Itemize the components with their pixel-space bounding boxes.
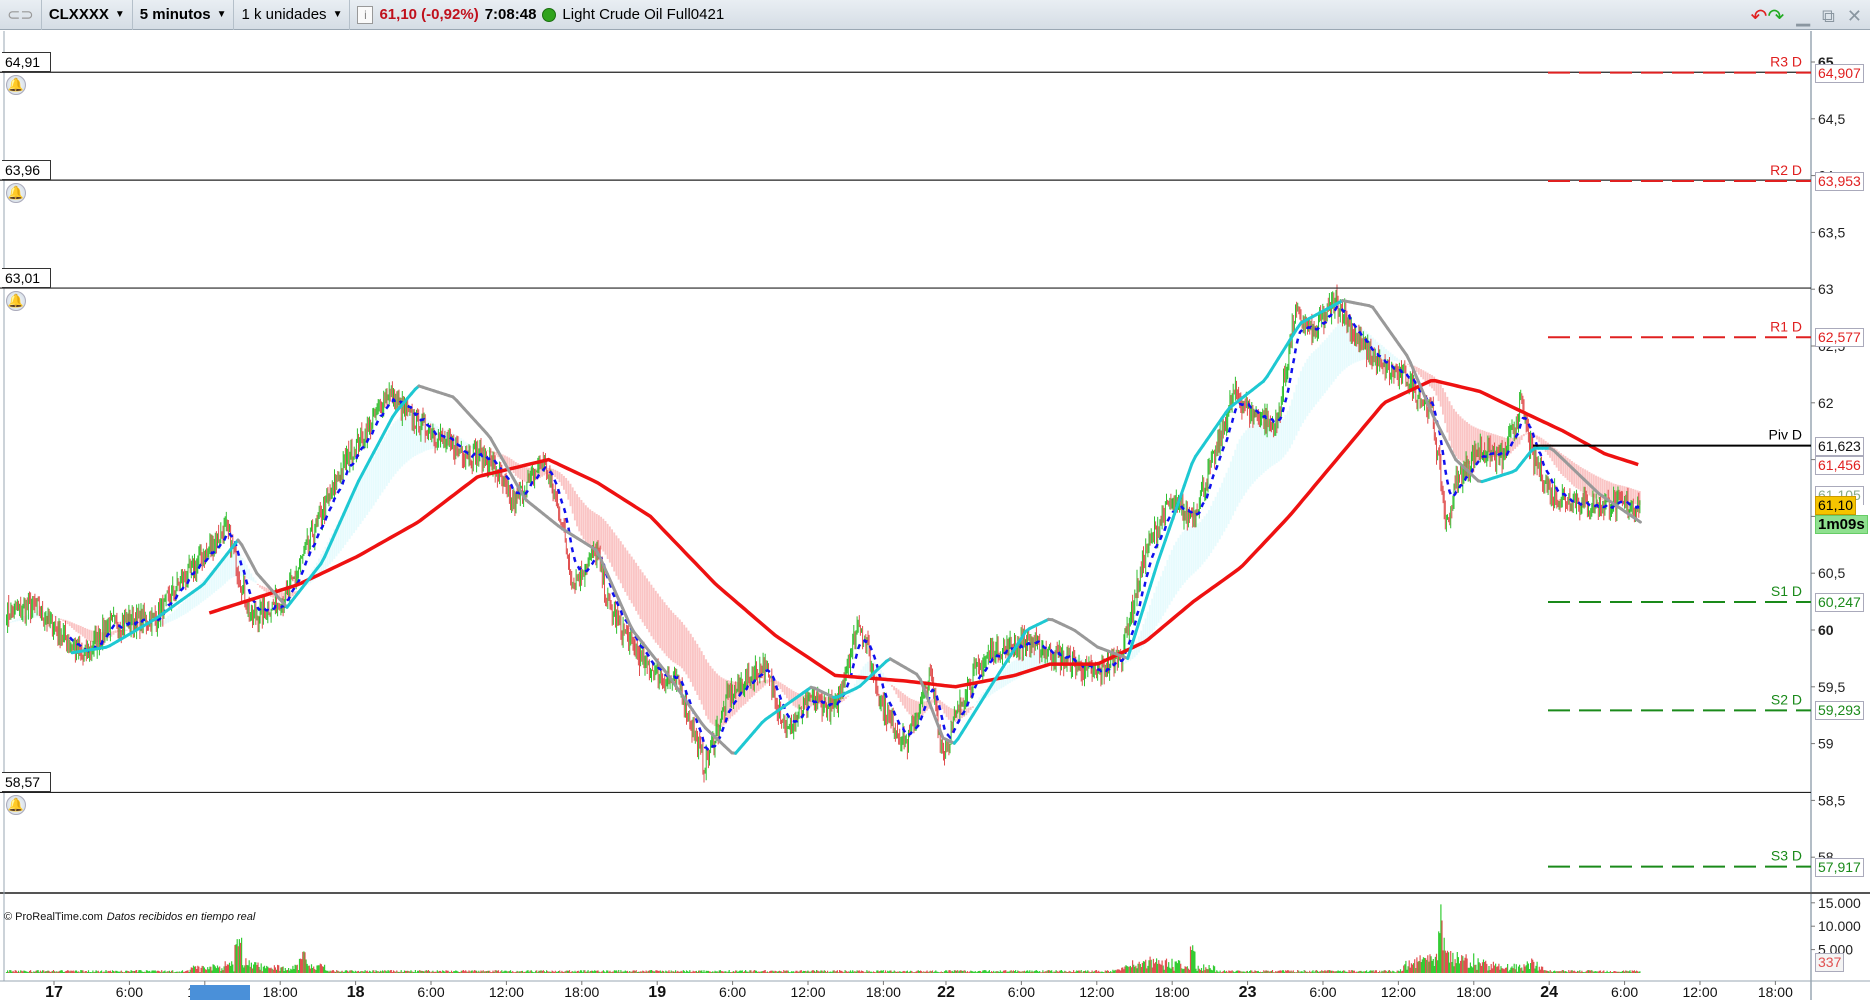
price-tick-label: 60,5 xyxy=(1818,565,1845,581)
chevron-down-icon: ▼ xyxy=(333,9,343,20)
drag-handle[interactable]: ⊂⊃ xyxy=(0,0,42,30)
pivot-name: S2 D xyxy=(1771,691,1802,707)
pivot-value-badge: 60,247 xyxy=(1815,593,1864,612)
pivot-name: S1 D xyxy=(1771,583,1802,599)
price-tick-label: 58,5 xyxy=(1818,792,1845,808)
price-tick-label: 63 xyxy=(1818,281,1834,297)
bullish-candles xyxy=(7,290,1640,780)
pivot-value-badge: 59,293 xyxy=(1815,701,1864,720)
instrument-name: Light Crude Oil Full0421 xyxy=(562,6,724,23)
time-tick-label: 24 xyxy=(1540,984,1558,1000)
symbol-label: CLXXXX xyxy=(49,6,109,23)
restore-button[interactable]: ⧉ xyxy=(1822,6,1835,27)
time-tick-label: 18:00 xyxy=(1758,984,1793,1000)
timeframe-label: 5 minutos xyxy=(140,6,211,23)
time-tick-label: 17 xyxy=(45,984,63,1000)
time-tick-label: 12:00 xyxy=(790,984,825,1000)
price-tick-label: 59 xyxy=(1818,736,1834,752)
volume-tick-label: 15.000 xyxy=(1818,895,1861,911)
price-tick-label: 63,5 xyxy=(1818,224,1845,240)
sync-icon[interactable]: ↶↷ xyxy=(1751,4,1785,29)
time-tick-label: 6:00 xyxy=(719,984,746,1000)
pivot-name: R3 D xyxy=(1770,54,1802,70)
price-tick-label: 60 xyxy=(1818,622,1834,638)
pivot-name: Piv D xyxy=(1769,427,1802,443)
time-tick-label: 12:00 xyxy=(1381,984,1416,1000)
time-tick-label: 6:00 xyxy=(1008,984,1035,1000)
minimize-button[interactable]: ▁ xyxy=(1796,6,1810,27)
time-tick-label: 18:00 xyxy=(866,984,901,1000)
link-icon: ⊂⊃ xyxy=(7,5,34,25)
pivot-name: S3 D xyxy=(1771,848,1802,864)
pivot-value-badge: 61,623 xyxy=(1815,437,1864,456)
copyright-text: © ProRealTime.com xyxy=(4,911,103,923)
pivot-value-badge: 64,907 xyxy=(1815,64,1864,83)
alert-level-label: 64,91 xyxy=(2,52,51,72)
timeframe-dropdown[interactable]: 5 minutos ▼ xyxy=(133,0,235,30)
quote-info: i 61,10 (-0,92%) 7:08:48 Light Crude Oil… xyxy=(350,0,731,30)
time-scrollbar-thumb[interactable] xyxy=(190,985,250,1000)
last-price-badge: 61,10 xyxy=(1815,496,1856,515)
time-tick-label: 18:00 xyxy=(1456,984,1491,1000)
time-tick-label: 18 xyxy=(347,984,365,1000)
pivot-name: R1 D xyxy=(1770,318,1802,334)
price-tick-label: 62 xyxy=(1818,395,1834,411)
chart-toolbar: ⊂⊃ CLXXXX ▼ 5 minutos ▼ 1 k unidades ▼ i 61… xyxy=(0,0,1870,30)
last-price-change: 61,10 (-0,92%) xyxy=(379,6,478,23)
symbol-dropdown[interactable]: CLXXXX ▼ xyxy=(42,0,133,30)
realtime-text: Datos recibidos en tiempo real xyxy=(107,911,256,923)
time-tick-label: 18:00 xyxy=(564,984,599,1000)
chevron-down-icon: ▼ xyxy=(217,9,227,20)
bar-countdown-badge: 1m09s xyxy=(1815,515,1868,534)
time-tick-label: 12:00 xyxy=(1079,984,1114,1000)
chart-canvas[interactable]: 6564,56463,56362,56261,56160,56059,55958… xyxy=(0,31,1870,1000)
blue-dashed-average xyxy=(70,307,1640,750)
time-tick-label: 12:00 xyxy=(1682,984,1717,1000)
realtime-status-icon xyxy=(542,8,556,22)
units-label: 1 k unidades xyxy=(241,6,326,23)
alert-level-label: 63,01 xyxy=(2,268,51,288)
price-tick-label: 59,5 xyxy=(1818,679,1845,695)
price-tick-label: 64,5 xyxy=(1818,111,1845,127)
chevron-down-icon: ▼ xyxy=(115,9,125,20)
time-tick-label: 22 xyxy=(937,984,955,1000)
time-tick-label: 6:00 xyxy=(417,984,444,1000)
time-tick-label: 18:00 xyxy=(1155,984,1190,1000)
units-dropdown[interactable]: 1 k unidades ▼ xyxy=(234,0,350,30)
time-tick-label: 18:00 xyxy=(263,984,298,1000)
pivot-name: R2 D xyxy=(1770,162,1802,178)
info-icon[interactable]: i xyxy=(357,6,373,24)
alert-level-label: 58,57 xyxy=(2,772,51,792)
pivot-value-badge: 63,953 xyxy=(1815,172,1864,191)
time-tick-label: 19 xyxy=(648,984,666,1000)
bell-icon[interactable]: 🔔 xyxy=(6,183,26,203)
time-tick-label: 6:00 xyxy=(1309,984,1336,1000)
pivot-value-badge: 62,577 xyxy=(1815,328,1864,347)
time-tick-label: 23 xyxy=(1239,984,1257,1000)
price-chart[interactable]: 6564,56463,56362,56261,56160,56059,55958… xyxy=(0,31,1870,1000)
volume-tick-label: 10.000 xyxy=(1818,918,1861,934)
ma-value-badge: 61,456 xyxy=(1815,456,1864,475)
pivot-value-badge: 57,917 xyxy=(1815,858,1864,877)
time-tick-label: 6:00 xyxy=(116,984,143,1000)
quote-time: 7:08:48 xyxy=(485,6,537,23)
time-tick-label: 12:00 xyxy=(489,984,524,1000)
close-button[interactable]: ✕ xyxy=(1847,6,1862,27)
attribution: © ProRealTime.com Datos recibidos en tiem… xyxy=(4,911,255,923)
bell-icon[interactable]: 🔔 xyxy=(6,291,26,311)
volume-value-badge: 337 xyxy=(1815,953,1844,972)
time-tick-label: 6:00 xyxy=(1611,984,1638,1000)
alert-level-label: 63,96 xyxy=(2,160,51,180)
